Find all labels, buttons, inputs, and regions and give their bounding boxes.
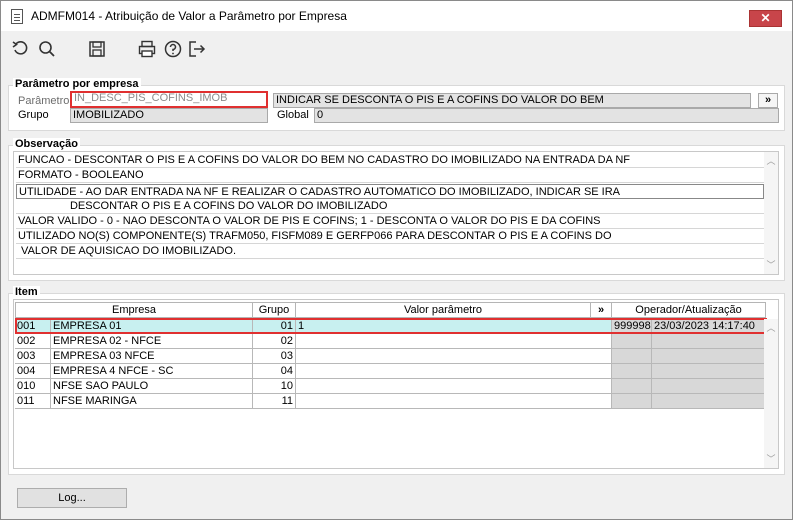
scroll-down-icon[interactable]: ﹀ [766,454,776,464]
cell-operador [612,394,652,409]
cell-valor-parametro[interactable] [296,364,612,379]
cell-operador [612,334,652,349]
cell-atualizacao [652,394,766,409]
column-header-grupo[interactable]: Grupo [252,302,296,318]
cell-operador [612,379,652,394]
cell-operador: 999998 [612,319,652,334]
cell-valor-parametro[interactable] [296,349,612,364]
observacao-line: FORMATO - BOOLEANO [16,168,764,183]
close-button[interactable]: ✕ [749,10,782,27]
cell-atualizacao [652,334,766,349]
cell-empresa-nome[interactable]: EMPRESA 02 - NFCE [51,334,253,349]
print-icon[interactable] [137,39,157,59]
cell-empresa-nome[interactable]: NFSE SAO PAULO [51,379,253,394]
cell-grupo[interactable]: 01 [253,319,296,334]
observacao-line: FUNCAO - DESCONTAR O PIS E A COFINS DO V… [16,153,764,168]
scroll-up-icon[interactable]: ︿ [766,323,776,333]
parametro-field[interactable]: IN_DESC_PIS_COFINS_IMOB [70,91,268,108]
cell-valor-parametro[interactable] [296,379,612,394]
cell-grupo[interactable]: 04 [253,364,296,379]
log-button[interactable]: Log... [17,488,127,508]
grupo-field: IMOBILIZADO [70,108,268,123]
observacao-line: VALOR DE AQUISICAO DO IMOBILIZADO. [16,244,764,259]
global-field: 0 [314,108,779,123]
scroll-up-icon[interactable]: ︿ [766,156,776,166]
global-label: Global [277,109,309,121]
exit-icon[interactable] [187,39,207,59]
cell-empresa-cod[interactable]: 003 [15,349,51,364]
cell-empresa-cod[interactable]: 002 [15,334,51,349]
search-icon[interactable] [37,39,57,59]
cell-valor-parametro[interactable] [296,334,612,349]
item-group-title: Item [13,286,40,298]
observacao-scrollbar[interactable]: ︿ ﹀ [764,152,778,274]
column-header-more-button[interactable]: » [590,302,612,318]
grid-scrollbar[interactable]: ︿ ﹀ [764,319,778,468]
save-icon[interactable] [87,39,107,59]
scroll-down-icon[interactable]: ﹀ [766,260,776,270]
column-header-valor[interactable]: Valor parâmetro [295,302,591,318]
cell-valor-parametro[interactable] [296,394,612,409]
parametro-description-field: INDICAR SE DESCONTA O PIS E A COFINS DO … [273,93,751,108]
observacao-line: DESCONTAR O PIS E A COFINS DO VALOR DO I… [16,199,764,214]
parametro-group-title: Parâmetro por empresa [13,78,141,90]
cell-grupo[interactable]: 11 [253,394,296,409]
cell-empresa-nome[interactable]: EMPRESA 03 NFCE [51,349,253,364]
cell-grupo[interactable]: 02 [253,334,296,349]
parametro-more-button[interactable]: » [758,93,778,108]
cell-operador [612,364,652,379]
observacao-line: VALOR VALIDO - 0 - NAO DESCONTA O VALOR … [16,214,764,229]
window-title: ADMFM014 - Atribuição de Valor a Parâmet… [31,9,347,23]
undo-icon[interactable] [11,39,31,59]
app-window: ADMFM014 - Atribuição de Valor a Parâmet… [0,0,793,520]
help-icon[interactable] [163,39,183,59]
cell-empresa-cod[interactable]: 004 [15,364,51,379]
cell-empresa-cod[interactable]: 001 [15,319,51,334]
title-bar: ADMFM014 - Atribuição de Valor a Parâmet… [1,1,792,31]
cell-grupo[interactable]: 10 [253,379,296,394]
cell-operador [612,349,652,364]
column-header-empresa[interactable]: Empresa [15,302,253,318]
cell-atualizacao [652,364,766,379]
cell-empresa-nome[interactable]: NFSE MARINGA [51,394,253,409]
cell-empresa-nome[interactable]: EMPRESA 01 [51,319,253,334]
cell-valor-parametro[interactable]: 1 [296,319,612,334]
observacao-group-title: Observação [13,138,80,150]
cell-atualizacao [652,379,766,394]
cell-atualizacao [652,349,766,364]
document-icon [11,9,23,24]
observacao-line: UTILIZADO NO(S) COMPONENTE(S) TRAFM050, … [16,229,764,244]
parametro-label: Parâmetro [18,95,70,107]
cell-grupo[interactable]: 03 [253,349,296,364]
observacao-textarea[interactable]: FUNCAO - DESCONTAR O PIS E A COFINS DO V… [13,151,779,275]
observacao-line: UTILIDADE - AO DAR ENTRADA NA NF E REALI… [16,184,764,199]
cell-empresa-cod[interactable]: 011 [15,394,51,409]
grupo-label: Grupo [18,109,49,121]
cell-empresa-nome[interactable]: EMPRESA 4 NFCE - SC [51,364,253,379]
column-header-operador[interactable]: Operador/Atualização [611,302,766,318]
cell-atualizacao: 23/03/2023 14:17:40 [652,319,766,334]
toolbar [1,31,792,69]
cell-empresa-cod[interactable]: 010 [15,379,51,394]
empresa-grid: Empresa Grupo Valor parâmetro » Operador… [13,299,779,469]
